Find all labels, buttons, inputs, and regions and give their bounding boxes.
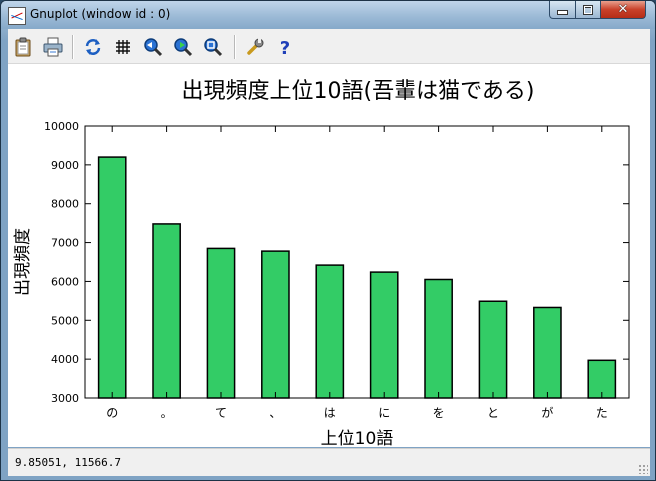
toolbar-separator [72,35,74,59]
plot-area[interactable]: 出現頻度上位10語(吾輩は猫である) 出現頻度 上位10語 3000 4000 50… [8,64,650,449]
y-tick-label: 10000 [44,120,79,133]
y-tick-label: 6000 [51,275,79,288]
chart-title: 出現頻度上位10語(吾輩は猫である) [182,79,535,104]
zoom-next-icon [174,38,193,57]
bar [206,247,236,399]
maximize-button[interactable] [575,1,601,19]
zoom-previous-icon [144,38,163,57]
close-icon: ✕ [617,2,629,17]
help-button[interactable]: ? [274,36,296,58]
maximize-icon [583,4,593,15]
replot-button[interactable] [82,36,104,58]
grid-button[interactable] [112,36,134,58]
x-axis-label: 上位10語 [321,429,394,447]
refresh-icon [85,39,101,55]
gnuplot-window: Gnuplot (window id : 0) ✕ ? 出現頻度上位10語(吾輩… [0,0,656,481]
y-tick-label: 9000 [51,159,79,172]
x-tick-label: は [324,406,336,420]
mouse-coordinates: 9.85051, 11566.7 [15,456,121,469]
minimize-icon [557,10,568,15]
bar [478,300,508,399]
x-tick-label: と [487,406,499,420]
x-tick-label: て [215,406,227,420]
zoom-previous-button[interactable] [142,36,164,58]
x-tick-label: が [541,405,553,420]
print-button[interactable] [42,36,64,58]
help-icon: ? [280,38,290,57]
bar-chart[interactable]: 出現頻度上位10語(吾輩は猫である) 出現頻度 上位10語 3000 4000 50… [8,64,650,449]
svg-text:?: ? [280,38,290,57]
bar [315,264,345,399]
copy-to-clipboard-button[interactable] [12,36,34,58]
status-bar: 9.85051, 11566.7 [8,448,650,476]
autoscale-icon [204,38,223,57]
window-title: Gnuplot (window id : 0) [30,7,171,21]
x-tick-label: に [378,406,390,420]
zoom-next-button[interactable] [172,36,194,58]
clipboard-icon [15,37,31,57]
y-axis-label: 出現頻度 [13,228,33,296]
bar [152,223,181,399]
grid-icon [116,40,130,54]
bar [261,250,290,399]
x-tick-label: 、 [269,406,281,420]
bar [369,271,399,399]
minimize-button[interactable] [549,1,576,19]
x-tick-label: た [596,406,608,420]
y-tick-label: 4000 [51,353,79,366]
x-tick-label: 。 [161,406,173,420]
toolbar: ? [8,29,650,64]
options-button[interactable] [244,36,266,58]
bar [533,306,562,399]
toolbar-separator [234,35,236,59]
printer-icon [43,37,63,57]
bar [424,278,453,399]
autoscale-button[interactable] [202,36,224,58]
y-tick-label: 3000 [51,392,79,405]
x-tick-label: の [106,406,118,420]
bar [97,156,127,399]
title-bar[interactable]: Gnuplot (window id : 0) ✕ [1,1,655,29]
resize-grip-icon[interactable] [638,464,648,474]
close-button[interactable]: ✕ [600,1,646,19]
y-tick-label: 8000 [51,198,79,211]
y-tick-label: 5000 [51,314,79,327]
y-tick-label: 7000 [51,237,79,250]
x-tick-label: を [433,406,445,420]
wrench-icon [247,38,264,55]
gnuplot-app-icon [8,7,26,25]
